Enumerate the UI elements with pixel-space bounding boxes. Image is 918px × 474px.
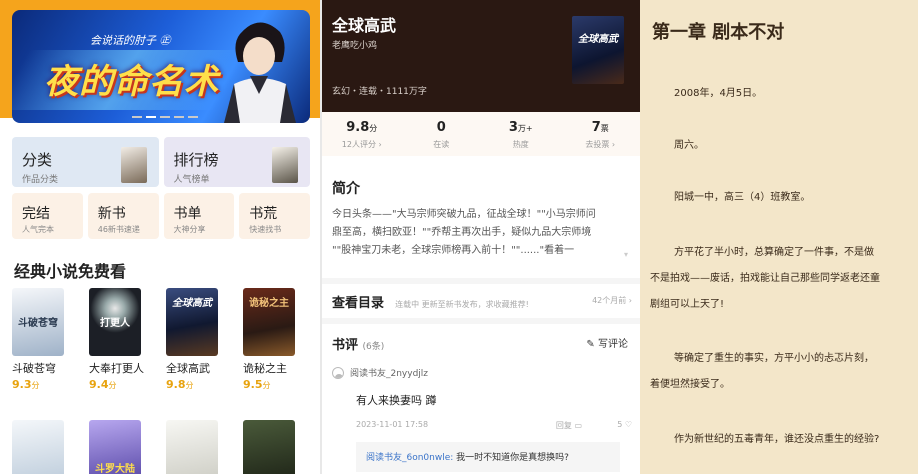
- book-item[interactable]: 斗罗大陆: [89, 420, 157, 474]
- book-famine-card[interactable]: 书荒 快速找书: [239, 193, 310, 239]
- paragraph: 方平花了半小时，总算确定了一件事，不是做: [674, 247, 874, 258]
- book-thumbnail: [272, 147, 298, 183]
- heart-icon: ♡: [624, 420, 632, 429]
- book-cover: 斗破苍穹: [12, 288, 64, 356]
- paragraph: 周六。: [674, 140, 704, 151]
- book-meta: 玄幻・连载・1111万字: [332, 87, 427, 97]
- review-text: 有人来换妻吗 蹲: [356, 394, 437, 407]
- mini-label: 完结: [22, 206, 50, 222]
- sub-review-user[interactable]: 阅读书友_6on0nwle:: [366, 453, 453, 463]
- paragraph: 等确定了重生的事实，方平小小的忐忑片刻，: [674, 353, 874, 364]
- book-cover: 打更人: [89, 288, 141, 356]
- toc-row[interactable]: 查看目录 连载中 更新至新书发布，求收藏推荐! 42个月前 ›: [332, 292, 632, 311]
- sub-review[interactable]: 阅读书友_6on0nwle: 我一时不知道你是真想换吗?: [356, 442, 620, 472]
- ranking-card[interactable]: 排行榜 人气榜单: [163, 137, 310, 187]
- book-item[interactable]: [12, 420, 80, 474]
- intro-heading: 简介: [332, 181, 360, 197]
- reader-screen[interactable]: 第一章 剧本不对 2008年，4月5日。 周六。 阳城一中，高三（4）班教室。 …: [640, 0, 918, 474]
- review-username: 阅读书友_2nyydjlz: [350, 369, 429, 379]
- book-title: 诡秘之主: [243, 362, 287, 375]
- book-score: 9.3分: [12, 378, 40, 391]
- booklist-card[interactable]: 书单 大神分享: [163, 193, 235, 239]
- rating-stat[interactable]: 9.8分 12人评分 ›: [322, 112, 402, 156]
- toc-status: 连载中 更新至新书发布，求收藏推荐!: [395, 300, 529, 309]
- reviews-heading: 书评 (6条): [332, 338, 385, 353]
- like-button[interactable]: 5 ♡: [617, 420, 632, 429]
- book-cover: [243, 420, 295, 474]
- book-cover: 全球高武: [166, 288, 218, 356]
- review-user[interactable]: 阅读书友_2nyydjlz: [332, 366, 428, 379]
- paragraph: 阳城一中，高三（4）班教室。: [674, 192, 811, 203]
- book-item[interactable]: 诡秘之主 诡秘之主 9.5分: [243, 288, 311, 391]
- avatar: [332, 366, 344, 379]
- heat-stat: 3万+ 热度: [508, 120, 533, 149]
- reply-button[interactable]: 回复 ▭: [556, 420, 582, 431]
- book-cover: 全球高武: [572, 16, 624, 84]
- comment-icon: ▭: [574, 421, 582, 430]
- pen-icon: ✎: [586, 339, 595, 350]
- book-hero: 全球高武 老鹰吃小鸡 玄幻・连载・1111万字 全球高武: [322, 0, 640, 112]
- book-title: 斗破苍穹: [12, 362, 56, 375]
- book-cover: [166, 420, 218, 474]
- section-title: 经典小说免费看: [14, 262, 127, 281]
- book-cover: 诡秘之主: [243, 288, 295, 356]
- book-thumbnail: [120, 147, 147, 183]
- banner-carousel[interactable]: 会说话的肘子 ㊣ 夜的命名术: [12, 10, 310, 123]
- chevron-down-icon[interactable]: ▾: [624, 250, 628, 259]
- write-review-button[interactable]: ✎ 写评论: [586, 335, 628, 350]
- paragraph: 不是拍戏——废话，拍戏能让自己那些同学返老还童: [650, 273, 880, 284]
- book-stats: 9.8分 12人评分 › 0 在读 3万+ 热度 7票 去投票 ›: [322, 112, 640, 156]
- finished-books-card[interactable]: 完结 人气完本: [12, 193, 83, 239]
- mini-sub: 大神分享: [173, 225, 206, 234]
- book-title: 全球高武: [332, 16, 397, 35]
- category-card[interactable]: 分类 作品分类: [12, 137, 159, 187]
- review-date: 2023-11-01 17:58: [356, 420, 429, 429]
- reading-stat: 0 在读: [433, 120, 450, 149]
- paragraph: 作为新世纪的五毒青年，谁还没点重生的经验?: [674, 434, 880, 445]
- book-detail-screen: 全球高武 老鹰吃小鸡 玄幻・连载・1111万字 全球高武 9.8分 12人评分 …: [322, 0, 640, 474]
- chapter-title: 第一章 剧本不对: [652, 22, 785, 43]
- paragraph: 剧组可以上天了!: [650, 299, 725, 310]
- mini-sub: 快速找书: [249, 225, 282, 234]
- book-title: 大奉打更人: [89, 362, 144, 375]
- banner-title: 夜的命名术: [44, 62, 219, 102]
- book-cover: [12, 420, 64, 474]
- book-item[interactable]: [166, 420, 234, 474]
- carousel-indicator: [132, 116, 198, 118]
- book-score: 9.8分: [166, 378, 194, 391]
- book-author[interactable]: 老鹰吃小鸡: [332, 38, 377, 51]
- mini-label: 新书: [97, 206, 126, 222]
- book-item[interactable]: 全球高武 全球高武 9.8分: [166, 288, 234, 391]
- banner-character-image: [224, 22, 296, 123]
- book-title: 全球高武: [166, 362, 210, 375]
- banner-author: 会说话的肘子 ㊣: [90, 34, 171, 47]
- mini-label: 书荒: [249, 206, 278, 222]
- paragraph: 2008年，4月5日。: [674, 88, 763, 99]
- toc-heading: 查看目录: [332, 296, 385, 311]
- intro-text[interactable]: 今日头条——"大马宗师突破九品，征战全球！""小马宗师问 鼎至高，横扫欧亚！""…: [332, 206, 630, 260]
- paragraph: 着便坦然接受了。: [650, 379, 730, 390]
- sub-review-text: 我一时不知道你是真想换吗?: [453, 453, 569, 463]
- vote-stat[interactable]: 7票 去投票 ›: [561, 112, 641, 156]
- book-score: 9.5分: [243, 378, 271, 391]
- review-meta: 2023-11-01 17:58 回复 ▭ 5 ♡: [356, 420, 632, 431]
- book-item[interactable]: 斗破苍穹 斗破苍穹 9.3分: [12, 288, 80, 391]
- mini-label: 书单: [173, 206, 202, 222]
- home-screen: 会说话的肘子 ㊣ 夜的命名术 分类 作品分类 排行榜 人气榜单 完结 人气完本 …: [0, 0, 320, 474]
- book-cover: 斗罗大陆: [89, 420, 141, 474]
- book-item[interactable]: 打更人 大奉打更人 9.4分: [89, 288, 157, 391]
- mini-sub: 人气完本: [22, 225, 54, 234]
- mini-sub: 46新书速递: [97, 225, 140, 234]
- toc-updated: 42个月前 ›: [592, 296, 632, 305]
- book-score: 9.4分: [89, 378, 117, 391]
- book-item[interactable]: [243, 420, 311, 474]
- new-books-card[interactable]: 新书 46新书速递: [87, 193, 159, 239]
